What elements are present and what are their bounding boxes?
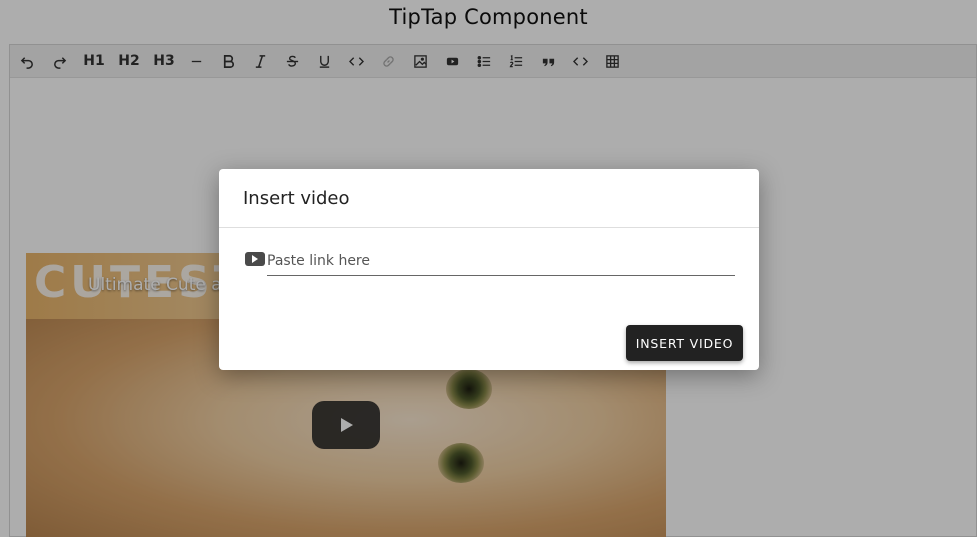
video-link-input[interactable] [267,246,735,276]
dialog-title: Insert video [219,169,759,228]
dialog-body: INSERT VIDEO [219,228,759,369]
youtube-icon [245,252,265,266]
insert-video-dialog: Insert video INSERT VIDEO [219,169,759,370]
insert-video-button[interactable]: INSERT VIDEO [626,325,743,361]
